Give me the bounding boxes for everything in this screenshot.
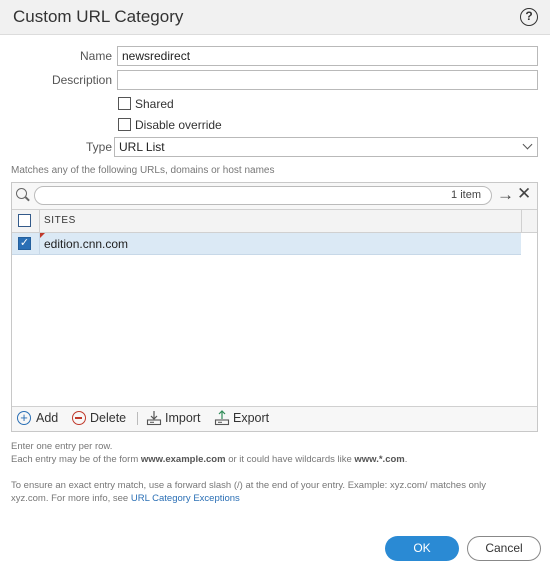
note-line-1: Enter one entry per row. [11,441,113,452]
name-label: Name [79,49,112,63]
type-label: Type [85,140,112,154]
type-select[interactable]: URL List [114,137,538,157]
grid-toolbar: + Add Delete Import Export [12,406,537,431]
export-icon[interactable] [214,410,230,426]
select-all-checkbox[interactable] [18,214,31,227]
clear-filter-icon[interactable]: ✕ [517,184,531,204]
column-divider [521,210,522,232]
note-example: www.example.com [140,454,226,465]
shared-label: Shared [135,97,174,111]
grid-search-bar: 1 item → ✕ [12,183,537,209]
note-text: xyz.com. For more info, see [11,493,131,504]
shared-checkbox[interactable] [118,97,131,110]
description-label: Description [51,73,112,87]
grid-header: SITES [12,209,537,233]
name-field[interactable]: newsredirect [117,46,538,66]
cancel-button[interactable]: Cancel [467,536,541,561]
url-category-exceptions-link[interactable]: URL Category Exceptions [131,493,240,504]
row-checkbox[interactable]: ✓ [18,237,31,250]
disable-override-label: Disable override [135,118,222,132]
note-line-3: To ensure an exact entry match, use a fo… [11,480,487,491]
note-line-4: xyz.com. For more info, see URL Category… [11,492,240,505]
dialog-title: Custom URL Category [13,7,184,26]
note-line-2: Each entry may be of the form www.exampl… [11,453,407,466]
table-row[interactable]: ✓ edition.cnn.com [12,233,521,255]
note-example: www.*.com [354,454,405,465]
column-header-sites[interactable]: SITES [44,215,76,226]
toolbar-divider [137,412,138,425]
add-icon[interactable]: + [17,411,31,425]
description-field[interactable] [117,70,538,90]
type-select-value: URL List [119,140,165,154]
item-count: 1 item [451,189,481,201]
ok-button[interactable]: OK [385,536,459,561]
search-icon[interactable] [16,188,27,199]
help-icon[interactable]: ? [520,8,538,26]
note-text: . [404,454,408,465]
search-input[interactable]: 1 item [34,186,492,205]
delete-icon[interactable] [72,411,86,425]
dialog-titlebar: Custom URL Category ? [0,0,550,35]
import-icon[interactable] [146,410,162,426]
note-text: Each entry may be of the form [11,454,141,465]
export-button[interactable]: Export [233,411,269,425]
note-text: or it could have wildcards like [225,454,355,465]
disable-override-checkbox[interactable] [118,118,131,131]
column-divider [39,210,40,232]
site-cell[interactable]: edition.cnn.com [44,237,128,251]
sites-grid: 1 item → ✕ SITES ✓ edition.cnn.com + Add… [11,182,538,432]
import-button[interactable]: Import [165,411,200,425]
chevron-down-icon [522,139,533,150]
apply-filter-icon[interactable]: → [497,185,514,205]
add-button[interactable]: Add [36,411,58,425]
list-hint: Matches any of the following URLs, domai… [11,165,275,176]
delete-button[interactable]: Delete [90,411,126,425]
